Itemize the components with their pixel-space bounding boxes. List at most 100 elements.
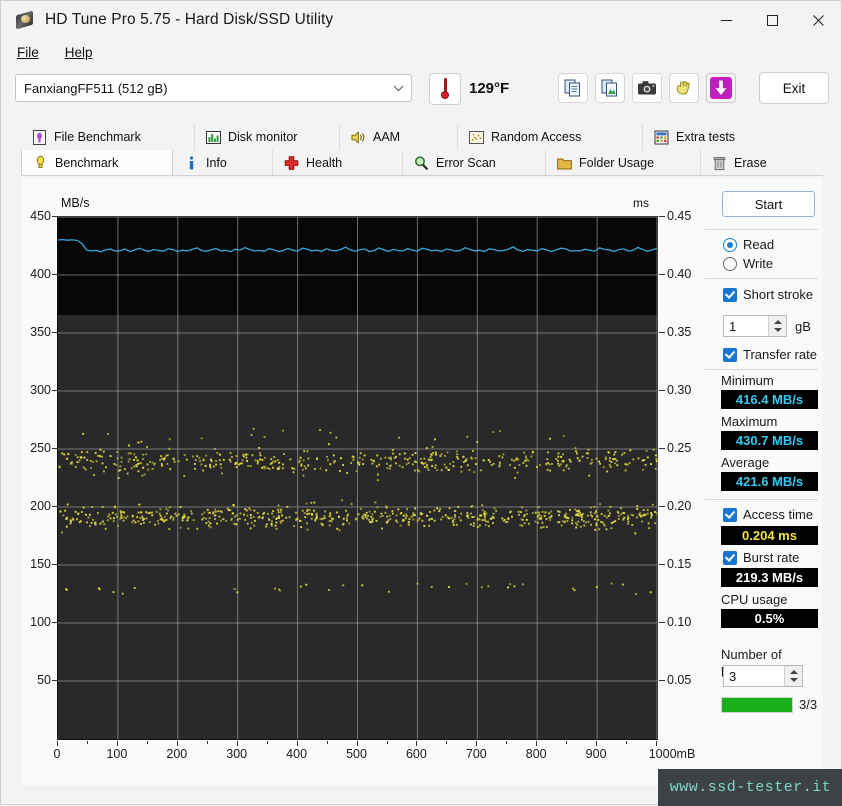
clipboard-button[interactable] xyxy=(669,73,699,103)
y-axis-left-tick: 400 xyxy=(21,267,51,281)
radio-read-label: Read xyxy=(743,237,774,252)
pass-progress-text: 3/3 xyxy=(799,697,817,712)
temperature-indicator xyxy=(429,73,461,105)
y-axis-left-tickmark xyxy=(52,622,58,623)
tab-benchmark[interactable]: Benchmark xyxy=(21,150,173,176)
radio-read[interactable]: Read xyxy=(723,237,774,252)
hard-disk-icon xyxy=(15,10,35,30)
y-axis-right-tickmark xyxy=(659,216,665,217)
tab-erase[interactable]: Erase xyxy=(701,150,823,176)
bar-chart-icon xyxy=(205,129,222,146)
app-window: HD Tune Pro 5.75 - Hard Disk/SSD Utility… xyxy=(0,0,842,805)
checkbox-short-stroke-label: Short stroke xyxy=(743,287,813,302)
calculator-icon xyxy=(653,129,670,146)
checkbox-short-stroke-box xyxy=(723,288,737,302)
x-axis-tick: 100 xyxy=(106,747,127,761)
radio-write-indicator xyxy=(723,257,737,271)
y-axis-right-tickmark xyxy=(659,622,665,623)
x-axis-tickmark xyxy=(117,741,118,746)
copy-text-button[interactable] xyxy=(558,73,588,103)
passes-arrows[interactable] xyxy=(784,666,802,686)
pass-progress-track xyxy=(721,697,793,713)
x-axis-minor-tickmark xyxy=(566,741,567,744)
drive-select[interactable]: FanxiangFF511 (512 gB) xyxy=(15,74,412,102)
tab-folder-usage-label: Folder Usage xyxy=(579,156,654,170)
checkbox-transfer-rate[interactable]: Transfer rate xyxy=(723,347,817,362)
tab-random-access[interactable]: Random Access xyxy=(458,124,643,150)
short-stroke-arrows[interactable] xyxy=(768,316,786,336)
tab-extra-tests-label: Extra tests xyxy=(676,130,735,144)
tab-health[interactable]: Health xyxy=(273,150,403,176)
tab-error-scan[interactable]: Error Scan xyxy=(403,150,546,176)
y-axis-left-tick: 300 xyxy=(21,383,51,397)
tab-info[interactable]: Info xyxy=(173,150,273,176)
radio-write[interactable]: Write xyxy=(723,256,773,271)
window-controls xyxy=(703,1,841,39)
x-axis-minor-tickmark xyxy=(87,741,88,744)
y-axis-left-tick: 50 xyxy=(21,673,51,687)
file-benchmark-icon xyxy=(31,129,48,146)
scatter-icon xyxy=(468,129,485,146)
screenshot-button[interactable] xyxy=(632,73,662,103)
x-axis-tick: 0 xyxy=(54,747,61,761)
lightbulb-icon xyxy=(32,154,49,171)
y-axis-right-tickmark xyxy=(659,680,665,681)
x-axis-minor-tickmark xyxy=(446,741,447,744)
y-axis-right-tickmark xyxy=(659,274,665,275)
title-bar: HD Tune Pro 5.75 - Hard Disk/SSD Utility xyxy=(1,1,841,39)
start-button[interactable]: Start xyxy=(722,191,815,217)
menu-help-label: Help xyxy=(65,45,93,60)
menu-help[interactable]: Help xyxy=(55,43,103,62)
checkbox-burst-rate-box xyxy=(723,551,737,565)
x-axis-tick: 400 xyxy=(286,747,307,761)
x-axis-tick: 600 xyxy=(406,747,427,761)
plot-series xyxy=(58,217,657,739)
tab-aam[interactable]: AAM xyxy=(340,124,458,150)
menu-file[interactable]: File xyxy=(7,43,49,62)
checkbox-access-time-label: Access time xyxy=(743,507,813,522)
tab-disk-monitor[interactable]: Disk monitor xyxy=(195,124,340,150)
hand-icon xyxy=(675,80,694,97)
y-axis-left-tickmark xyxy=(52,448,58,449)
maximize-icon[interactable] xyxy=(749,1,795,39)
short-stroke-stepper[interactable]: 1 xyxy=(723,315,787,337)
checkbox-burst-rate[interactable]: Burst rate xyxy=(723,550,799,565)
tab-file-benchmark[interactable]: File Benchmark xyxy=(21,124,195,150)
minimum-value: 416.4 MB/s xyxy=(721,390,818,409)
cpu-usage-value: 0.5% xyxy=(721,609,818,628)
chevron-down-icon xyxy=(385,85,411,92)
exit-button[interactable]: Exit xyxy=(759,72,829,104)
x-axis-minor-tickmark xyxy=(267,741,268,744)
x-axis-tickmark xyxy=(237,741,238,746)
tab-extra-tests[interactable]: Extra tests xyxy=(643,124,823,150)
y-axis-right-tickmark xyxy=(659,390,665,391)
thermometer-icon xyxy=(441,78,449,101)
checkbox-access-time[interactable]: Access time xyxy=(723,507,813,522)
benchmark-sidebar: Start Read Write Short stroke 1 gB xyxy=(701,177,823,785)
x-axis-tickmark xyxy=(476,741,477,746)
minimize-icon[interactable] xyxy=(703,1,749,39)
site-watermark: www.ssd-tester.it xyxy=(658,769,842,806)
x-axis-tickmark xyxy=(656,741,657,746)
toolbar: FanxiangFF511 (512 gB) 129°F xyxy=(1,67,841,115)
x-axis-tickmark xyxy=(297,741,298,746)
menu-bar: File Help xyxy=(1,39,841,65)
y-axis-left-tickmark xyxy=(52,216,58,217)
x-axis-tickmark xyxy=(596,741,597,746)
copy-image-button[interactable] xyxy=(595,73,625,103)
close-icon[interactable] xyxy=(795,1,841,39)
checkbox-short-stroke[interactable]: Short stroke xyxy=(723,287,813,302)
tab-bar: File Benchmark Disk monitor xyxy=(21,124,823,176)
copy-image-icon xyxy=(601,79,620,98)
tab-folder-usage[interactable]: Folder Usage xyxy=(546,150,701,176)
camera-icon xyxy=(637,80,657,97)
folder-icon xyxy=(556,155,573,172)
x-axis-tickmark xyxy=(177,741,178,746)
divider-4 xyxy=(705,499,818,500)
y-axis-left-tickmark xyxy=(52,274,58,275)
download-button[interactable] xyxy=(706,73,736,103)
average-label: Average xyxy=(721,455,769,470)
y-axis-left-tickmark xyxy=(52,506,58,507)
tab-random-access-label: Random Access xyxy=(491,130,581,144)
passes-stepper[interactable]: 3 xyxy=(723,665,803,687)
